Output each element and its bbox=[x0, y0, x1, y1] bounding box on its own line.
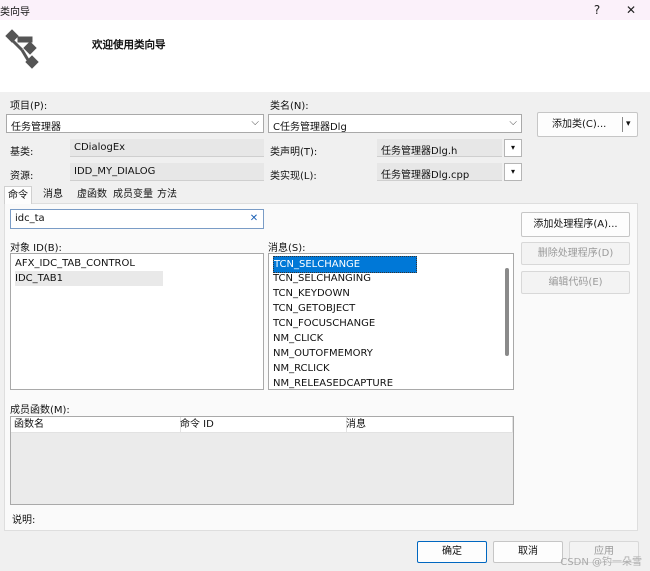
class-decl-label: 类声明(T): bbox=[270, 147, 318, 158]
cancel-button[interactable]: 取消 bbox=[493, 541, 563, 563]
add-class-button[interactable]: 添加类(C)... ▾ bbox=[537, 112, 638, 137]
object-ids-label: 对象 ID(B): bbox=[10, 243, 62, 254]
add-class-label: 添加类(C)... bbox=[552, 119, 607, 130]
clear-icon[interactable]: ✕ bbox=[248, 212, 260, 226]
list-item[interactable]: TCN_SELCHANGING bbox=[273, 271, 371, 286]
help-button[interactable]: ? bbox=[580, 0, 614, 20]
list-item[interactable]: TCN_FOCUSCHANGE bbox=[273, 316, 375, 331]
chevron-down-icon: ⌵ bbox=[509, 117, 517, 128]
column-header-function-name[interactable]: 函数名 bbox=[11, 417, 181, 433]
class-wizard-logo-icon bbox=[0, 26, 44, 70]
search-input[interactable]: idc_ta ✕ bbox=[10, 209, 264, 229]
tab-member-variables[interactable]: 成员变量 bbox=[110, 186, 156, 204]
watermark-text: CSDN @钓一朵雪 bbox=[560, 557, 642, 568]
class-decl-field: 任务管理器Dlg.h bbox=[377, 139, 502, 157]
tab-methods[interactable]: 方法 bbox=[154, 186, 180, 204]
members-grid[interactable]: 函数名 命令 ID 消息 bbox=[10, 416, 514, 505]
messages-list[interactable]: TCN_SELCHANGE TCN_SELCHANGING TCN_KEYDOW… bbox=[268, 253, 514, 390]
column-header-command-id[interactable]: 命令 ID bbox=[177, 417, 347, 433]
edit-code-button[interactable]: 编辑代码(E) bbox=[521, 271, 630, 294]
object-ids-list[interactable]: AFX_IDC_TAB_CONTROL IDC_TAB1 bbox=[10, 253, 264, 390]
classname-label: 类名(N): bbox=[270, 101, 309, 112]
class-impl-field: 任务管理器Dlg.cpp bbox=[377, 163, 502, 181]
base-class-field: CDialogEx bbox=[70, 139, 264, 157]
split-divider bbox=[622, 117, 623, 132]
scrollbar-thumb[interactable] bbox=[505, 268, 509, 356]
resource-field: IDD_MY_DIALOG bbox=[70, 163, 264, 181]
ok-button[interactable]: 确定 bbox=[417, 541, 487, 563]
tab-virtual-functions[interactable]: 虚函数 bbox=[74, 186, 110, 204]
delete-handler-button[interactable]: 删除处理程序(D) bbox=[521, 242, 630, 265]
add-handler-button[interactable]: 添加处理程序(A)... bbox=[521, 212, 630, 237]
title-bar bbox=[0, 0, 650, 20]
project-combo[interactable]: 任务管理器 ⌵ bbox=[6, 114, 264, 133]
list-item[interactable]: NM_RELEASEDCAPTURE bbox=[273, 376, 393, 391]
tab-commands[interactable]: 命令 bbox=[4, 186, 32, 204]
members-grid-header: 函数名 命令 ID 消息 bbox=[11, 417, 513, 433]
members-label: 成员函数(M): bbox=[10, 405, 70, 416]
list-item[interactable]: AFX_IDC_TAB_CONTROL bbox=[15, 256, 135, 271]
class-impl-label: 类实现(L): bbox=[270, 171, 317, 182]
project-label: 项目(P): bbox=[10, 101, 48, 112]
list-item[interactable]: TCN_GETOBJECT bbox=[273, 301, 355, 316]
classname-combo[interactable]: C任务管理器Dlg ⌵ bbox=[268, 114, 522, 133]
messages-label: 消息(S): bbox=[268, 243, 306, 254]
list-item[interactable]: IDC_TAB1 bbox=[15, 271, 163, 286]
welcome-heading: 欢迎使用类向导 bbox=[92, 39, 166, 51]
resource-label: 资源: bbox=[10, 171, 34, 182]
tab-messages[interactable]: 消息 bbox=[40, 186, 66, 204]
class-decl-dropdown[interactable]: ▾ bbox=[504, 139, 522, 157]
list-item[interactable]: TCN_KEYDOWN bbox=[273, 286, 350, 301]
chevron-down-icon: ⌵ bbox=[251, 117, 259, 128]
column-header-message[interactable]: 消息 bbox=[343, 417, 513, 433]
description-label: 说明: bbox=[12, 515, 36, 526]
list-item[interactable]: NM_OUTOFMEMORY bbox=[273, 346, 373, 361]
search-input-value: idc_ta bbox=[15, 213, 45, 224]
close-button[interactable]: ✕ bbox=[614, 0, 648, 20]
window-title: 类向导 bbox=[0, 7, 30, 18]
classname-combo-value: C任务管理器Dlg bbox=[273, 122, 347, 133]
class-impl-dropdown[interactable]: ▾ bbox=[504, 163, 522, 181]
list-item[interactable]: NM_RCLICK bbox=[273, 361, 330, 376]
project-combo-value: 任务管理器 bbox=[11, 122, 61, 133]
base-class-label: 基类: bbox=[10, 147, 34, 158]
list-item[interactable]: NM_CLICK bbox=[273, 331, 323, 346]
header-banner bbox=[0, 20, 650, 92]
add-class-dropdown-icon[interactable]: ▾ bbox=[626, 113, 631, 136]
